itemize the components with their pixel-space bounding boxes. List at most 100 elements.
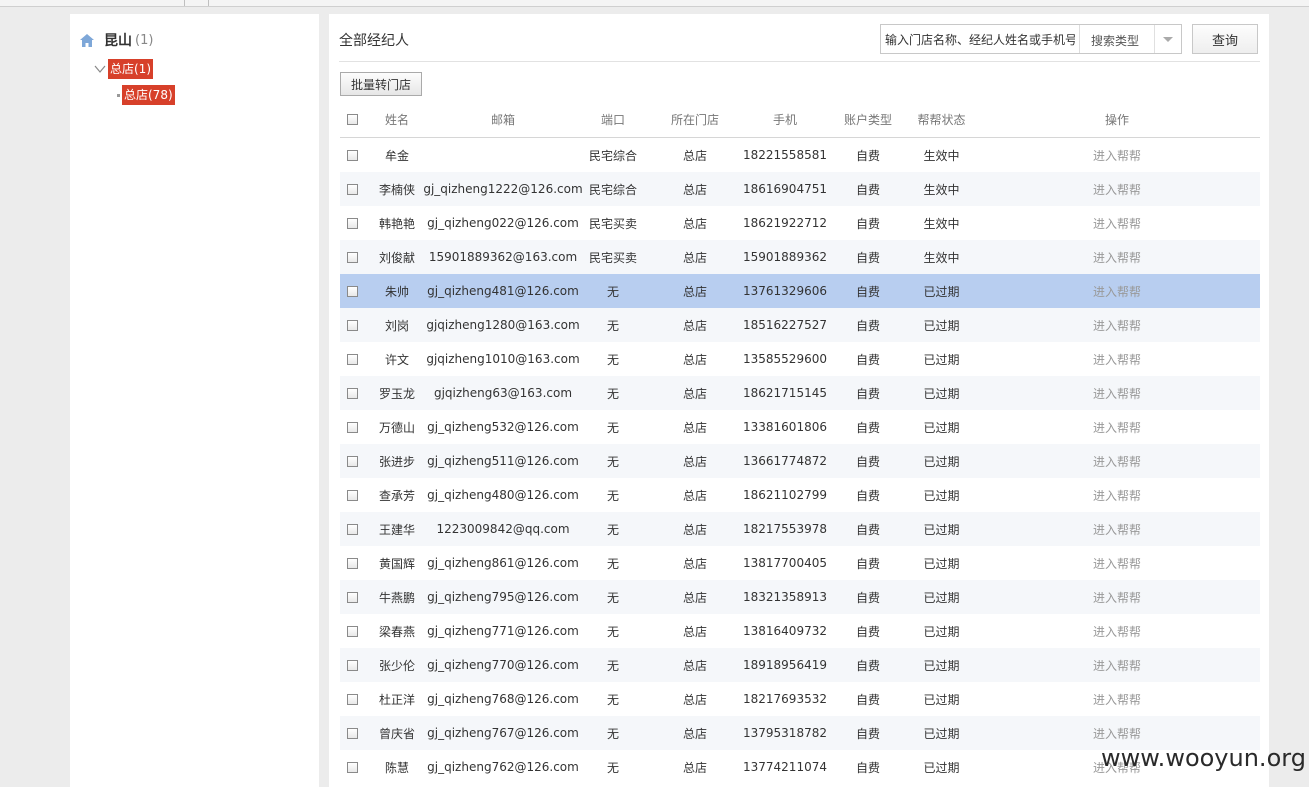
- row-checkbox[interactable]: [346, 761, 358, 773]
- name-cell: 王建华: [378, 522, 415, 537]
- port-cell: 无: [606, 284, 619, 299]
- table-row[interactable]: 张少伦 gj_qizheng770@126.com 无 总店 18918956419 自费…: [340, 648, 1260, 682]
- name-cell: 牛燕鹏: [378, 590, 415, 605]
- phone-cell: 18321358913: [743, 590, 827, 604]
- row-checkbox[interactable]: [346, 727, 358, 739]
- row-checkbox-cell: [340, 206, 364, 240]
- select-all-checkbox[interactable]: [346, 113, 358, 125]
- phone-cell: 18221558581: [743, 148, 827, 162]
- enter-bangbang-link[interactable]: 进入帮帮: [1077, 274, 1157, 308]
- enter-bangbang-link[interactable]: 进入帮帮: [1077, 444, 1157, 478]
- row-checkbox[interactable]: [346, 251, 358, 263]
- email-cell: gj_qizheng795@126.com: [427, 590, 579, 604]
- row-checkbox[interactable]: [346, 659, 358, 671]
- search-input[interactable]: [881, 25, 1080, 53]
- enter-bangbang-link[interactable]: 进入帮帮: [1077, 546, 1157, 580]
- table-row[interactable]: 万德山 gj_qizheng532@126.com 无 总店 13381601806 自费…: [340, 410, 1260, 444]
- enter-bangbang-link[interactable]: 进入帮帮: [1077, 376, 1157, 410]
- tree-leaf-headquarters[interactable]: 总店(78): [117, 85, 175, 105]
- enter-bangbang-link[interactable]: 进入帮帮: [1077, 512, 1157, 546]
- tree-node-headquarters[interactable]: 总店(1): [94, 59, 153, 79]
- batch-transfer-store-button[interactable]: 批量转门店: [340, 72, 422, 96]
- chevron-down-icon[interactable]: [94, 63, 106, 75]
- port-cell: 无: [606, 658, 619, 673]
- table-row[interactable]: 王建华 1223009842@qq.com 无 总店 18217553978 自费 已过期 进…: [340, 512, 1260, 546]
- email-cell: gjqizheng63@163.com: [433, 386, 573, 400]
- row-checkbox[interactable]: [346, 319, 358, 331]
- table-row[interactable]: 杜正洋 gj_qizheng768@126.com 无 总店 18217693532 自费…: [340, 682, 1260, 716]
- table-row[interactable]: 刘俊献 15901889362@163.com 民宅买卖 总店 15901889362 自…: [340, 240, 1260, 274]
- search-type-dropdown[interactable]: 搜索类型: [1083, 25, 1181, 53]
- status-cell: 已过期: [923, 386, 960, 401]
- row-checkbox[interactable]: [346, 489, 358, 501]
- table-row[interactable]: 梁春燕 gj_qizheng771@126.com 无 总店 13816409732 自费…: [340, 614, 1260, 648]
- row-checkbox-cell: [340, 750, 364, 784]
- enter-bangbang-link[interactable]: 进入帮帮: [1077, 138, 1157, 172]
- name-cell: 朱帅: [384, 284, 409, 299]
- tree-leaf-label[interactable]: 总店(78): [122, 85, 175, 105]
- port-cell: 无: [606, 488, 619, 503]
- row-checkbox[interactable]: [346, 353, 358, 365]
- enter-bangbang-link[interactable]: 进入帮帮: [1077, 240, 1157, 274]
- row-checkbox[interactable]: [346, 455, 358, 467]
- row-checkbox[interactable]: [346, 693, 358, 705]
- table-row[interactable]: 查承芳 gj_qizheng480@126.com 无 总店 18621102799 自费…: [340, 478, 1260, 512]
- enter-bangbang-link[interactable]: 进入帮帮: [1077, 648, 1157, 682]
- dropdown-arrow-icon[interactable]: [1154, 25, 1181, 53]
- account-type-cell: 自费: [855, 590, 880, 605]
- table-row[interactable]: 李楠侠 gj_qizheng1222@126.com 民宅综合 总店 186169047…: [340, 172, 1260, 206]
- tree-root-count: (1): [135, 32, 154, 48]
- row-checkbox-cell: [340, 546, 364, 580]
- enter-bangbang-link[interactable]: 进入帮帮: [1077, 206, 1157, 240]
- row-checkbox[interactable]: [346, 523, 358, 535]
- port-cell: 民宅综合: [588, 148, 637, 163]
- status-cell: 已过期: [923, 454, 960, 469]
- name-cell: 陈慧: [384, 760, 409, 775]
- row-checkbox-cell: [340, 410, 364, 444]
- row-checkbox[interactable]: [346, 217, 358, 229]
- store-cell: 总店: [682, 488, 707, 503]
- enter-bangbang-link[interactable]: 进入帮帮: [1077, 342, 1157, 376]
- table-row[interactable]: 罗玉龙 gjqizheng63@163.com 无 总店 18621715145 自费 已过…: [340, 376, 1260, 410]
- table-row[interactable]: 韩艳艳 gj_qizheng022@126.com 民宅买卖 总店 1862192271…: [340, 206, 1260, 240]
- table-row[interactable]: 朱帅 gj_qizheng481@126.com 无 总店 13761329606 自费 已…: [340, 274, 1260, 308]
- enter-bangbang-link[interactable]: 进入帮帮: [1077, 614, 1157, 648]
- sidebar-tree: 昆山 (1) 总店(1) 总店(78): [70, 14, 319, 787]
- table-row[interactable]: 牟金 民宅综合 总店 18221558581 自费 生效中 进入帮帮: [340, 138, 1260, 172]
- table-row[interactable]: 刘岗 gjqizheng1280@163.com 无 总店 18516227527 自费 已…: [340, 308, 1260, 342]
- phone-cell: 18621922712: [743, 216, 827, 230]
- row-checkbox[interactable]: [346, 149, 358, 161]
- phone-cell: 13661774872: [743, 454, 827, 468]
- enter-bangbang-link[interactable]: 进入帮帮: [1077, 682, 1157, 716]
- name-cell: 万德山: [378, 420, 415, 435]
- enter-bangbang-link[interactable]: 进入帮帮: [1077, 410, 1157, 444]
- tree-node-label[interactable]: 总店(1): [108, 59, 153, 79]
- store-cell: 总店: [682, 590, 707, 605]
- account-type-cell: 自费: [855, 352, 880, 367]
- phone-cell: 15901889362: [743, 250, 827, 264]
- enter-bangbang-link[interactable]: 进入帮帮: [1077, 308, 1157, 342]
- row-checkbox[interactable]: [346, 591, 358, 603]
- status-cell: 生效中: [923, 182, 960, 197]
- table-row[interactable]: 张进步 gj_qizheng511@126.com 无 总店 13661774872 自费…: [340, 444, 1260, 478]
- account-type-cell: 自费: [855, 386, 880, 401]
- row-checkbox[interactable]: [346, 285, 358, 297]
- row-checkbox[interactable]: [346, 387, 358, 399]
- table-row[interactable]: 牛燕鹏 gj_qizheng795@126.com 无 总店 18321358913 自费…: [340, 580, 1260, 614]
- row-checkbox[interactable]: [346, 183, 358, 195]
- account-type-cell: 自费: [855, 420, 880, 435]
- enter-bangbang-link[interactable]: 进入帮帮: [1077, 580, 1157, 614]
- enter-bangbang-link[interactable]: 进入帮帮: [1077, 172, 1157, 206]
- row-checkbox[interactable]: [346, 557, 358, 569]
- table-row[interactable]: 许文 gjqizheng1010@163.com 无 总店 13585529600 自费 已…: [340, 342, 1260, 376]
- status-cell: 已过期: [923, 420, 960, 435]
- enter-bangbang-link[interactable]: 进入帮帮: [1077, 478, 1157, 512]
- table-row[interactable]: 黄国辉 gj_qizheng861@126.com 无 总店 13817700405 自费…: [340, 546, 1260, 580]
- name-cell: 梁春燕: [378, 624, 415, 639]
- name-cell: 李楠侠: [378, 182, 415, 197]
- query-button[interactable]: 查询: [1192, 24, 1258, 54]
- row-checkbox[interactable]: [346, 625, 358, 637]
- tree-root-kunshan[interactable]: 昆山 (1): [80, 30, 153, 50]
- row-checkbox[interactable]: [346, 421, 358, 433]
- header-divider: [339, 61, 1260, 62]
